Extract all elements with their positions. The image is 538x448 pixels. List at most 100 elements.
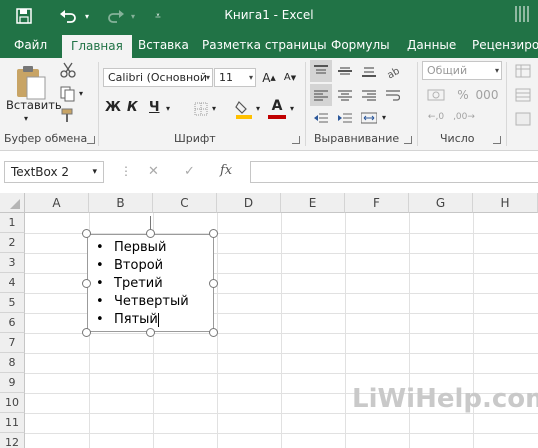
copy-icon[interactable] xyxy=(58,84,78,104)
resize-handle-bottom-left[interactable] xyxy=(82,328,91,337)
tab-insert[interactable]: Вставка xyxy=(138,32,189,58)
paste-button[interactable]: Вставить xyxy=(6,98,62,112)
align-center-icon[interactable] xyxy=(334,84,356,106)
column-header[interactable]: H xyxy=(473,193,538,213)
orientation-icon[interactable]: ab xyxy=(382,60,404,82)
font-launcher-icon[interactable] xyxy=(292,136,300,144)
paste-dropdown-icon[interactable]: ▾ xyxy=(24,114,28,123)
insert-function-icon[interactable]: fx xyxy=(220,163,232,178)
paste-icon[interactable] xyxy=(8,62,52,102)
align-right-icon[interactable] xyxy=(358,84,380,106)
list-item-text: Второй xyxy=(114,258,164,273)
font-name-select[interactable]: Calibri (Основной ▾ xyxy=(103,68,213,87)
name-box[interactable]: TextBox 2 ▾ xyxy=(4,161,104,183)
align-top-icon[interactable] xyxy=(310,60,332,82)
alignment-group-label: Выравнивание xyxy=(314,132,400,145)
bullet-icon: • xyxy=(96,240,104,255)
clipboard-launcher-icon[interactable] xyxy=(87,136,95,144)
enter-icon[interactable]: ✓ xyxy=(184,164,195,179)
font-color-button[interactable]: A xyxy=(269,98,285,114)
column-header[interactable]: G xyxy=(409,193,473,213)
ribbon-tabs: Файл Главная Вставка Разметка страницы Ф… xyxy=(0,32,538,58)
column-header[interactable]: F xyxy=(345,193,409,213)
row-header[interactable]: 2 xyxy=(0,233,25,253)
align-bottom-icon[interactable] xyxy=(358,60,380,82)
italic-button[interactable]: К xyxy=(127,100,138,115)
number-launcher-icon[interactable] xyxy=(493,136,501,144)
resize-handle-bottom[interactable] xyxy=(146,328,155,337)
column-header[interactable]: B xyxy=(89,193,153,213)
bold-button[interactable]: Ж xyxy=(105,100,121,115)
tab-data[interactable]: Данные xyxy=(407,32,456,58)
cell-styles-icon[interactable] xyxy=(512,110,534,128)
align-middle-icon[interactable] xyxy=(334,60,356,82)
column-header[interactable]: D xyxy=(217,193,281,213)
formula-input[interactable] xyxy=(250,161,538,183)
resize-handle-bottom-right[interactable] xyxy=(209,328,218,337)
ribbon-display-options-icon[interactable] xyxy=(506,0,538,32)
tab-review[interactable]: Рецензиров xyxy=(472,32,538,58)
row-header[interactable]: 4 xyxy=(0,273,25,293)
chevron-down-icon: ▾ xyxy=(248,73,253,82)
row-header[interactable]: 9 xyxy=(0,373,25,393)
comma-format-icon[interactable]: 000 xyxy=(476,86,499,104)
format-as-table-icon[interactable] xyxy=(512,86,534,104)
bullet-icon: • xyxy=(96,294,104,309)
fill-color-dropdown-icon[interactable]: ▾ xyxy=(256,104,260,113)
resize-handle-left[interactable] xyxy=(82,279,91,288)
row-header[interactable]: 8 xyxy=(0,353,25,373)
column-header[interactable]: A xyxy=(25,193,89,213)
list-item: • Первый xyxy=(96,239,166,257)
column-header[interactable]: E xyxy=(281,193,345,213)
number-format-select[interactable]: Общий ▾ xyxy=(422,61,502,80)
text-box[interactable]: • Первый • Второй • Третий • Четвертый • Пяты… xyxy=(87,234,214,332)
row-header[interactable]: 5 xyxy=(0,293,25,313)
underline-dropdown-icon[interactable]: ▾ xyxy=(166,104,170,113)
percent-format-icon[interactable]: % xyxy=(454,86,472,104)
row-header[interactable]: 6 xyxy=(0,313,25,333)
increase-font-size-icon[interactable]: A ▲ xyxy=(259,68,279,87)
column-header[interactable]: C xyxy=(153,193,217,213)
decrease-font-size-icon[interactable]: A ▼ xyxy=(280,68,300,87)
row-header[interactable]: 12 xyxy=(0,433,25,448)
copy-dropdown-icon[interactable]: ▾ xyxy=(79,89,83,98)
select-all-corner[interactable] xyxy=(0,193,25,213)
align-left-icon[interactable] xyxy=(310,84,332,106)
font-group-label: Шрифт xyxy=(174,132,216,145)
decrease-decimal-icon[interactable]: ,00→ xyxy=(452,108,476,126)
resize-handle-right[interactable] xyxy=(209,279,218,288)
merge-center-icon[interactable] xyxy=(358,108,380,128)
tab-home[interactable]: Главная xyxy=(62,35,132,58)
increase-decimal-icon[interactable]: ←,0 xyxy=(424,108,448,126)
font-size-select[interactable]: 11 ▾ xyxy=(214,68,256,87)
resize-handle-top-right[interactable] xyxy=(209,229,218,238)
row-header[interactable]: 1 xyxy=(0,213,25,233)
tab-formulas[interactable]: Формулы xyxy=(331,32,390,58)
tab-file[interactable]: Файл xyxy=(14,32,47,58)
cancel-icon[interactable]: ✕ xyxy=(148,164,159,179)
row-header[interactable]: 3 xyxy=(0,253,25,273)
resize-handle-top-left[interactable] xyxy=(82,229,91,238)
gridline xyxy=(25,353,538,354)
resize-handle-top[interactable] xyxy=(146,229,155,238)
cut-icon[interactable] xyxy=(58,60,78,80)
row-header[interactable]: 7 xyxy=(0,333,25,353)
bullet-icon: • xyxy=(96,258,104,273)
ribbon-separator xyxy=(506,62,507,146)
underline-button[interactable]: Ч xyxy=(149,100,160,115)
row-header[interactable]: 10 xyxy=(0,393,25,413)
wrap-text-icon[interactable] xyxy=(382,84,404,106)
currency-format-icon[interactable] xyxy=(424,86,448,104)
increase-indent-icon[interactable] xyxy=(334,108,356,128)
fill-color-icon[interactable] xyxy=(234,98,254,120)
tab-page-layout[interactable]: Разметка страницы xyxy=(202,32,327,58)
row-header[interactable]: 11 xyxy=(0,413,25,433)
borders-icon[interactable] xyxy=(192,100,210,118)
font-color-dropdown-icon[interactable]: ▾ xyxy=(290,104,294,113)
alignment-launcher-icon[interactable] xyxy=(404,136,412,144)
decrease-indent-icon[interactable] xyxy=(310,108,332,128)
conditional-formatting-icon[interactable] xyxy=(512,62,534,80)
format-painter-icon[interactable] xyxy=(58,106,78,126)
merge-dropdown-icon[interactable]: ▾ xyxy=(382,113,386,122)
borders-dropdown-icon[interactable]: ▾ xyxy=(212,104,216,113)
